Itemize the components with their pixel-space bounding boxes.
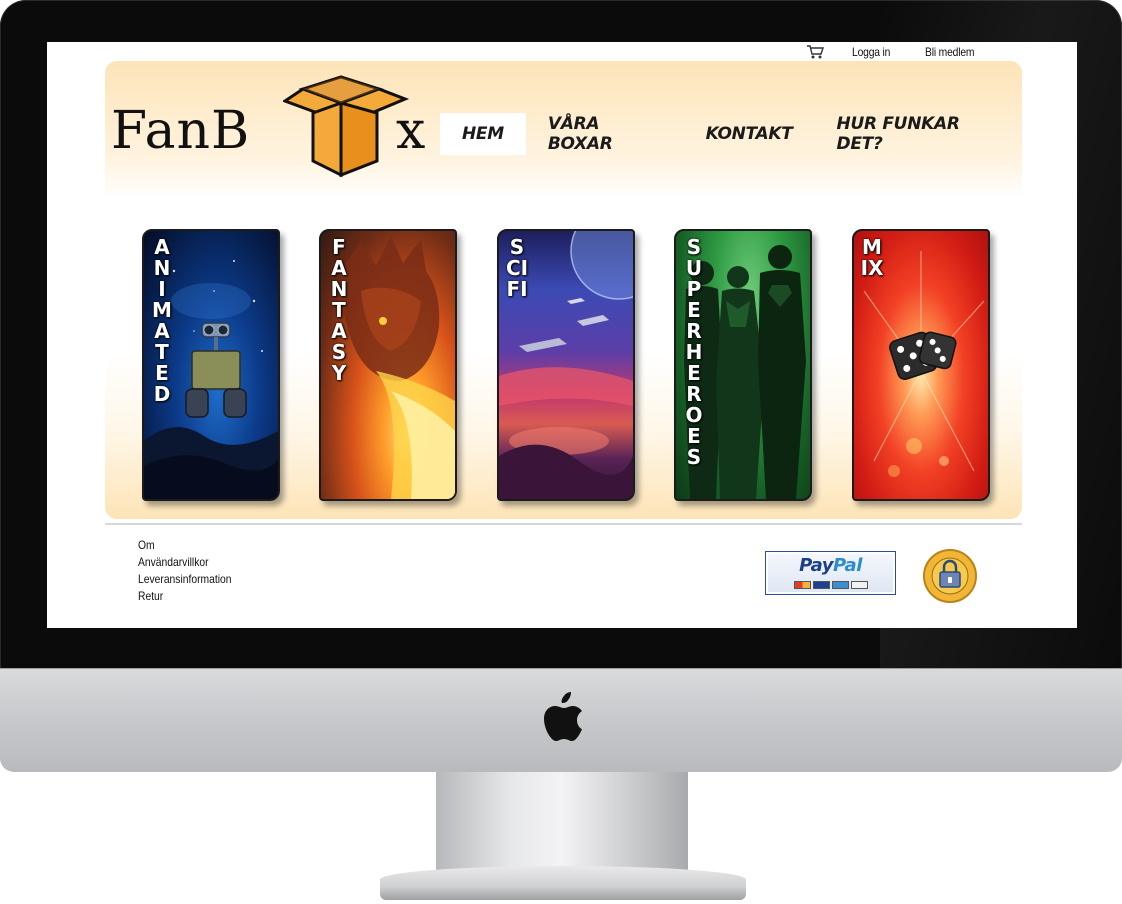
mastercard-icon [794,581,811,589]
paypal-badge[interactable]: PayPal [765,551,896,595]
browser-screen: Logga in Bli medlem FanB x HEM VÅRA BOXA… [47,42,1077,628]
logo-text-right: x [396,101,427,161]
nav-item-hem[interactable]: HEM [440,113,526,155]
paypal-logo-pay: Pay [799,555,833,576]
category-card-animated[interactable]: ANIMATED [142,229,280,501]
paypal-badge-inner: PayPal [768,554,893,592]
category-label-scifi: SCI FI [505,235,529,301]
category-card-superheroes[interactable]: SUPERHEROES [674,229,812,501]
shopping-cart-icon[interactable] [806,44,825,60]
fanbox-logo[interactable]: FanB x [111,69,441,179]
monitor-stand-neck [436,772,688,880]
amex-icon [832,581,849,589]
footer-links: Om Användarvillkor Leveransinformation R… [138,537,247,605]
category-label-animated: ANIMATED [152,235,172,406]
footer-link-anvandarvillkor[interactable]: Användarvillkor [138,554,232,571]
discover-icon [851,581,868,589]
category-cards: ANIMATED FANTASY SCI FI SUPERHEROES MIX [142,229,992,501]
footer-divider [105,523,1022,525]
paypal-logo: PayPal [768,555,893,576]
signup-link[interactable]: Bli medlem [925,45,975,59]
category-label-mix: MIX [860,235,884,280]
login-link[interactable]: Logga in [852,45,890,59]
category-card-scifi[interactable]: SCI FI [497,229,635,501]
logo-text-left: FanB [111,101,251,161]
monitor-stand-foot [380,866,746,900]
footer-link-om[interactable]: Om [138,537,232,554]
category-label-superheroes: SUPERHEROES [685,235,703,469]
trygg-e-handel-badge-icon[interactable] [922,548,978,604]
footer-link-leveransinformation[interactable]: Leveransinformation [138,571,232,588]
apple-logo-icon [544,692,582,741]
nav-item-hur-funkar-det[interactable]: HUR FUNKAR DET? [815,113,1022,155]
site-header-panel: FanB x HEM VÅRA BOXAR KONTAKT HUR FUNKAR… [105,61,1022,519]
cardboard-box-icon [283,75,409,178]
nav-item-kontakt[interactable]: KONTAKT [684,113,815,155]
footer-link-retur[interactable]: Retur [138,588,232,605]
main-nav: HEM VÅRA BOXAR KONTAKT HUR FUNKAR DET? [440,113,1022,155]
visa-icon [813,581,830,589]
top-links: Logga in Bli medlem [806,42,982,62]
category-card-mix[interactable]: MIX [852,229,990,501]
category-label-fantasy: FANTASY [330,235,348,385]
nav-item-vara-boxar[interactable]: VÅRA BOXAR [526,113,684,155]
payment-cards [794,581,868,589]
paypal-logo-pal: Pal [833,555,862,576]
category-card-fantasy[interactable]: FANTASY [319,229,457,501]
